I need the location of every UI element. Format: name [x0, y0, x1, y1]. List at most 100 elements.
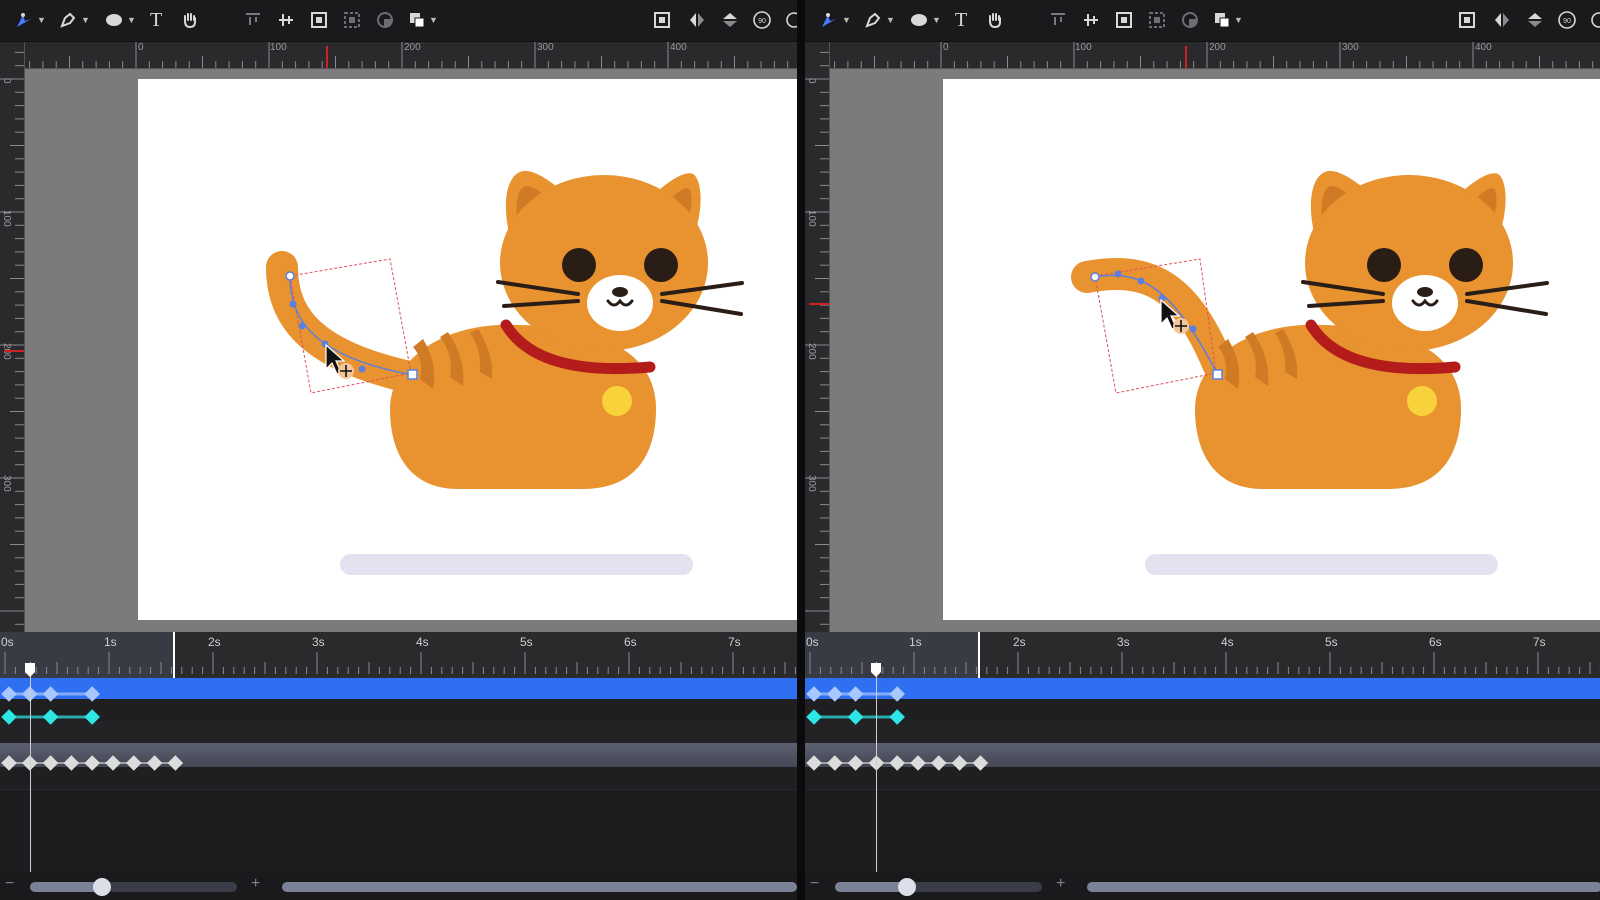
zoom-in-button[interactable]: +: [1056, 875, 1065, 893]
ellipse-tool-button[interactable]: ▼: [104, 8, 136, 32]
ruler-top-label: 0: [943, 42, 949, 53]
zoom-slider-track[interactable]: [30, 878, 237, 896]
text-tool-button[interactable]: T: [150, 8, 162, 32]
cat-bell: [1407, 386, 1437, 416]
playhead-line: [876, 662, 878, 884]
rotate-90-button[interactable]: 90: [752, 8, 772, 32]
ruler-left[interactable]: 0 100 200 300: [0, 42, 25, 632]
keyframe-diamond: [42, 709, 59, 725]
canvas-stage[interactable]: [830, 69, 1600, 632]
pen-icon: [60, 12, 76, 28]
ungroup-button[interactable]: [1148, 8, 1166, 32]
ruler-position-marker: [809, 303, 829, 305]
hand-tool-button[interactable]: [180, 8, 200, 32]
keyframe-diamond: [910, 755, 926, 771]
node-select-tool-button[interactable]: ▼: [819, 8, 851, 32]
zoom-slider-knob[interactable]: [898, 878, 917, 896]
circle-more-icon: [1591, 12, 1600, 28]
flip-horizontal-button[interactable]: [1493, 8, 1511, 32]
keyframe-diamond: [146, 755, 163, 771]
zoom-out-button[interactable]: −: [810, 875, 819, 893]
text-icon: T: [150, 8, 163, 31]
flip-horizontal-icon: [690, 13, 704, 27]
group-button[interactable]: [310, 8, 328, 32]
timeline: 0s 1s 2s 3s 4s 5s 6s 7s − +: [0, 632, 797, 900]
boolean-button[interactable]: ▼: [408, 8, 438, 32]
pen-tool-button[interactable]: ▼: [863, 8, 895, 32]
ungroup-button[interactable]: [343, 8, 361, 32]
path-node: [298, 322, 306, 330]
playhead-handle[interactable]: [24, 662, 36, 678]
fit-button[interactable]: [653, 8, 671, 32]
cat-illustration: [266, 170, 744, 575]
canvas-stage[interactable]: [25, 69, 797, 632]
mask-button[interactable]: [376, 8, 394, 32]
zoom-in-button[interactable]: +: [251, 875, 260, 893]
timeline-scrollbar[interactable]: [1087, 882, 1600, 892]
flip-horizontal-button[interactable]: [688, 8, 706, 32]
chevron-down-icon: ▼: [842, 15, 851, 25]
keyframe-diamond: [126, 755, 142, 771]
ruler-top-label: 200: [404, 42, 421, 53]
artboard[interactable]: [943, 79, 1600, 620]
playhead-handle[interactable]: [870, 662, 882, 678]
ruler-top[interactable]: 0 100 200 300 400: [829, 42, 1600, 69]
zoom-out-button[interactable]: −: [5, 875, 14, 893]
chevron-down-icon: ▼: [37, 15, 46, 25]
align-middle-button[interactable]: [277, 8, 295, 32]
align-middle-button[interactable]: [1082, 8, 1100, 32]
boolean-button[interactable]: ▼: [1213, 8, 1243, 32]
path-node: [1137, 277, 1145, 285]
text-tool-button[interactable]: T: [955, 8, 967, 32]
boolean-icon: [1215, 13, 1230, 28]
pen-tool-button[interactable]: ▼: [58, 8, 90, 32]
ruler-left[interactable]: 0 100 200 300: [805, 42, 830, 632]
zoom-slider-knob[interactable]: [93, 878, 112, 896]
align-top-icon: [1051, 13, 1065, 25]
cat-eye-left: [562, 248, 596, 282]
mask-icon: [377, 12, 393, 28]
rotate-90-icon: 90: [1558, 11, 1576, 29]
ellipse-tool-button[interactable]: ▼: [909, 8, 941, 32]
timeline-scrollbar[interactable]: [282, 882, 797, 892]
cat-shadow: [340, 554, 693, 575]
keyframe-diamond: [806, 755, 822, 771]
keyframe-diamond: [1, 755, 17, 771]
more-tools-button[interactable]: [784, 8, 797, 32]
node-select-tool-button[interactable]: ▼: [14, 8, 46, 32]
align-top-button[interactable]: [1049, 8, 1067, 32]
rotate-90-button[interactable]: 90: [1557, 8, 1577, 32]
hand-tool-button[interactable]: [985, 8, 1005, 32]
keyframe-diamond: [889, 755, 905, 771]
more-tools-button[interactable]: [1589, 8, 1600, 32]
zoom-slider-track[interactable]: [835, 878, 1042, 896]
ruler-left-label: 0: [806, 78, 817, 84]
fit-icon: [654, 12, 670, 28]
chevron-down-icon: ▼: [127, 15, 136, 25]
fit-button[interactable]: [1458, 8, 1476, 32]
ruler-left-label: 200: [806, 343, 817, 360]
path-node: [1114, 270, 1122, 278]
mask-button[interactable]: [1181, 8, 1199, 32]
end-node-handle: [407, 369, 418, 380]
flip-vertical-button[interactable]: [1526, 8, 1544, 32]
ruler-top-label: 300: [537, 42, 554, 53]
toolbar: ▼ ▼ ▼ T ▼ 90: [805, 0, 1600, 42]
ruler-top-label: 100: [1075, 42, 1092, 53]
chevron-down-icon: ▼: [886, 15, 895, 25]
chevron-down-icon: ▼: [81, 15, 90, 25]
keyframe-diamond: [806, 686, 822, 702]
flip-vertical-icon: [723, 13, 737, 27]
keyframe-diamond: [1, 709, 17, 725]
keyframe-diamond: [972, 755, 989, 771]
artboard[interactable]: [138, 79, 797, 620]
cat-eye-left: [1367, 248, 1401, 282]
ruler-top-label: 400: [670, 42, 687, 53]
keyframe-diamond: [847, 709, 864, 725]
flip-vertical-button[interactable]: [721, 8, 739, 32]
keyframe-diamond: [84, 709, 100, 725]
ruler-top[interactable]: 0 100 200 300 400: [24, 42, 797, 69]
align-top-button[interactable]: [244, 8, 262, 32]
keyframe-diamond: [931, 755, 947, 771]
group-button[interactable]: [1115, 8, 1133, 32]
